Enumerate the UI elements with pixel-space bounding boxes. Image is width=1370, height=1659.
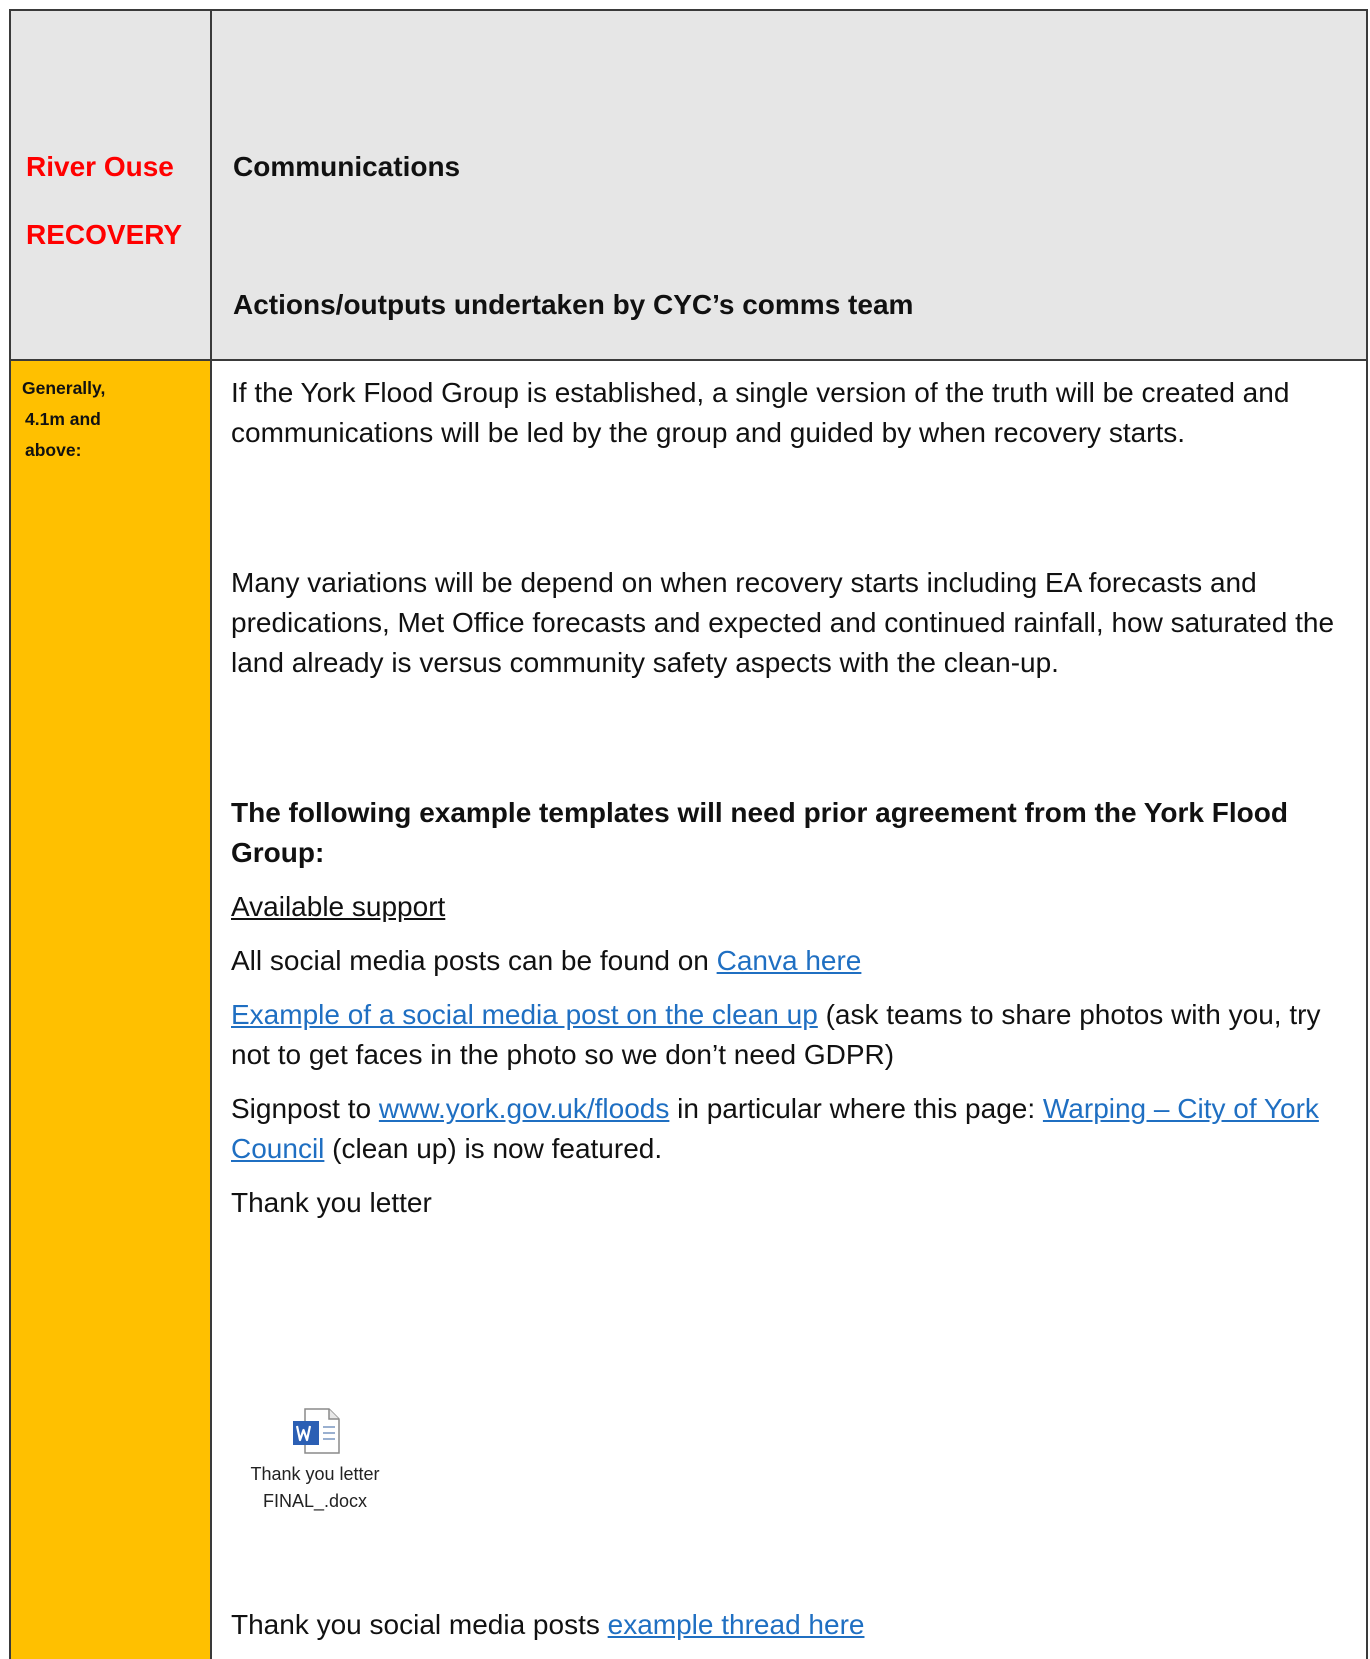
thanks-posts-text: Thank you social media posts <box>231 1609 608 1640</box>
signpost-prefix: Signpost to <box>231 1093 379 1124</box>
example-thread-link[interactable]: example thread here <box>608 1609 865 1640</box>
document-table: River Ouse RECOVERY Communications Actio… <box>0 0 1370 1659</box>
signpost-line: Signpost to www.york.gov.uk/floods in pa… <box>231 1089 1361 1169</box>
sidebar-cell <box>10 360 210 1659</box>
thanks-posts-line: Thank you social media posts example thr… <box>231 1605 1361 1645</box>
attachment-name-line2: FINAL_.docx <box>262 1491 368 1511</box>
example-post-link[interactable]: Example of a social media post on the cl… <box>231 999 818 1030</box>
thank-you-letter-label: Thank you letter <box>231 1187 432 1218</box>
level-label-line3: above: <box>25 440 82 460</box>
section-title: Communications <box>233 151 461 182</box>
border-right <box>1366 9 1368 1659</box>
example-post-line: Example of a social media post on the cl… <box>231 995 1361 1075</box>
paragraph-group-established: If the York Flood Group is established, … <box>231 377 1290 448</box>
signpost-suffix: (clean up) is now featured. <box>324 1133 663 1164</box>
social-posts-line: All social media posts can be found on C… <box>231 941 1361 981</box>
templates-heading: The following example templates will nee… <box>231 797 1288 868</box>
level-label-line2: 4.1m and <box>25 409 101 429</box>
attachment-name-line1: Thank you letter <box>250 1464 380 1484</box>
content-cell: If the York Flood Group is established, … <box>231 363 1361 1223</box>
available-support-heading: Available support <box>231 887 1361 927</box>
floods-link[interactable]: www.york.gov.uk/floods <box>379 1093 670 1124</box>
phase-label: RECOVERY <box>26 219 183 250</box>
river-title: River Ouse <box>26 151 174 182</box>
available-support-label: Available support <box>231 891 446 922</box>
paragraph-variations: Many variations will be depend on when r… <box>231 567 1335 678</box>
border-header-bottom <box>9 359 1368 361</box>
canva-link[interactable]: Canva here <box>717 945 862 976</box>
border-column <box>210 9 212 1659</box>
border-top <box>9 9 1368 11</box>
level-label: Generally, 4.1m and above: <box>22 373 105 466</box>
level-label-line1: Generally, <box>22 378 106 398</box>
social-posts-text: All social media posts can be found on <box>231 945 717 976</box>
word-document-icon[interactable] <box>285 1407 345 1457</box>
attachment-filename[interactable]: Thank you letter FINAL_.docx <box>230 1461 400 1515</box>
border-left <box>9 9 11 1659</box>
signpost-mid: in particular where this page: <box>669 1093 1043 1124</box>
section-subtitle: Actions/outputs undertaken by CYC’s comm… <box>233 289 914 320</box>
